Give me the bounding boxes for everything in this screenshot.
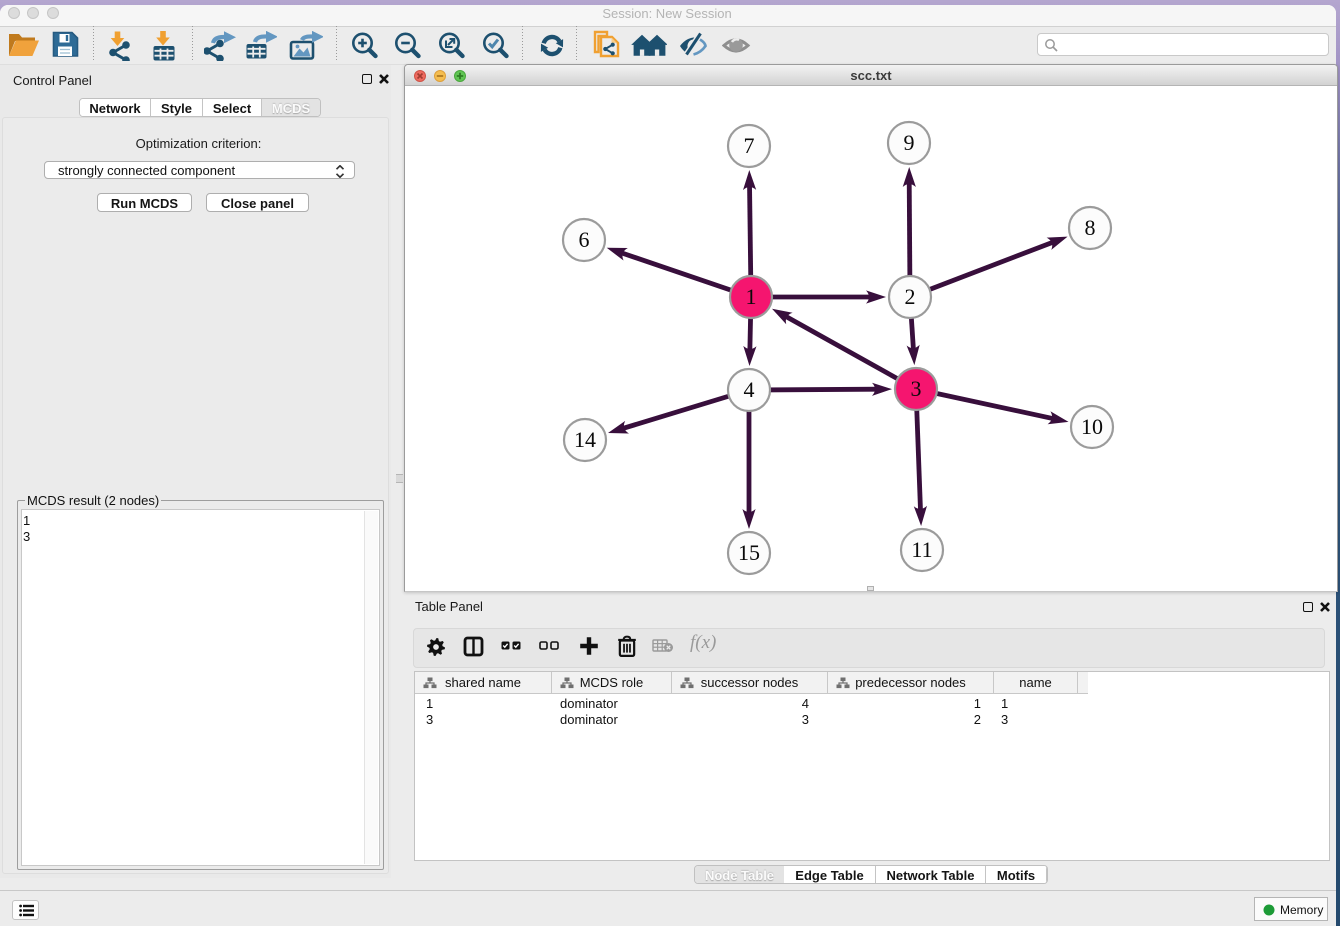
svg-text:7: 7 xyxy=(744,133,755,158)
svg-text:3: 3 xyxy=(911,376,922,401)
svg-text:8: 8 xyxy=(1085,215,1096,240)
svg-text:11: 11 xyxy=(911,537,932,562)
svg-text:6: 6 xyxy=(579,227,590,252)
svg-text:15: 15 xyxy=(738,540,760,565)
svg-text:1: 1 xyxy=(746,284,757,309)
svg-text:4: 4 xyxy=(744,377,755,402)
svg-text:9: 9 xyxy=(904,130,915,155)
svg-text:2: 2 xyxy=(905,284,916,309)
svg-text:14: 14 xyxy=(574,427,596,452)
svg-text:10: 10 xyxy=(1081,414,1103,439)
